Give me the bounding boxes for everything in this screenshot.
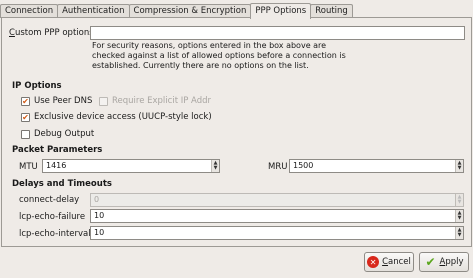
use-peer-dns-label: Use Peer DNS [34,96,93,106]
mtu-spin-arrows[interactable]: ▲ ▼ [211,160,219,172]
mru-spin-arrows[interactable]: ▲ ▼ [455,160,463,172]
cancel-button-label: Cancel [382,257,411,267]
tab-authentication[interactable]: Authentication [57,4,130,18]
lcp-echo-interval-label: lcp-echo-interval [19,229,91,239]
packet-parameters-heading: Packet Parameters [12,145,103,155]
cancel-icon: ✕ [367,256,380,268]
ppp-options-panel: Custom PPP options: For security reasons… [1,17,472,247]
mtu-label: MTU [19,162,38,172]
require-explicit-ip-checkbox[interactable] [99,97,108,106]
debug-output-checkbox[interactable] [21,130,30,139]
ip-options-heading: IP Options [12,81,62,91]
apply-button-label: Apply [439,257,464,267]
lcp-echo-failure-spin-arrows[interactable]: ▲ ▼ [455,210,463,222]
tab-routing[interactable]: Routing [310,4,353,18]
use-peer-dns-checkbox[interactable]: ✔ [21,97,30,106]
require-explicit-ip-label: Require Explicit IP Addr [112,96,212,106]
custom-ppp-label: Custom PPP options: [9,28,97,38]
mru-label: MRU [268,162,288,172]
tab-compression-encryption[interactable]: Compression & Encryption [128,4,252,18]
lcp-echo-failure-label: lcp-echo-failure [19,212,86,222]
mru-value: 1500 [293,161,314,170]
exclusive-device-label: Exclusive device access (UUCP-style lock… [34,112,212,122]
lcp-echo-failure-spinbutton[interactable]: 10 ▲ ▼ [90,209,464,223]
connect-delay-spin-arrows[interactable]: ▲ ▼ [455,194,463,206]
tab-ppp-options[interactable]: PPP Options [250,3,312,19]
delays-timeouts-heading: Delays and Timeouts [12,179,112,189]
cancel-button[interactable]: ✕ Cancel [364,252,414,272]
debug-output-label: Debug Output [34,129,95,139]
lcp-echo-failure-value: 10 [94,211,105,220]
tab-bar: Connection Authentication Compression & … [0,2,473,19]
mtu-value: 1416 [46,161,67,170]
connect-delay-label: connect-delay [19,195,80,205]
connect-delay-spinbutton[interactable]: 0 ▲ ▼ [90,193,464,207]
exclusive-device-checkbox[interactable]: ✔ [21,113,30,122]
lcp-echo-interval-spinbutton[interactable]: 10 ▲ ▼ [90,226,464,240]
lcp-echo-interval-spin-arrows[interactable]: ▲ ▼ [455,227,463,239]
tab-connection[interactable]: Connection [0,4,59,18]
security-note: For security reasons, options entered in… [92,41,346,70]
custom-ppp-options-input[interactable] [90,26,465,40]
checkmark-icon: ✔ [425,255,436,269]
apply-button[interactable]: ✔ Apply [419,252,469,272]
mru-spinbutton[interactable]: 1500 ▲ ▼ [289,159,464,173]
lcp-echo-interval-value: 10 [94,228,105,237]
mtu-spinbutton[interactable]: 1416 ▲ ▼ [42,159,220,173]
connect-delay-value: 0 [94,195,100,204]
